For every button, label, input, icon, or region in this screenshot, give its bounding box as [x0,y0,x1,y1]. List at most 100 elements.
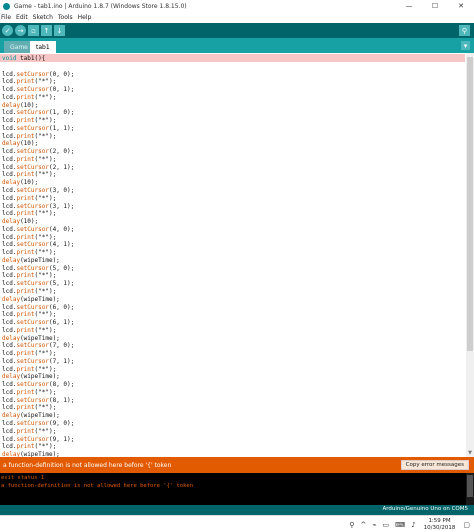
arduino-app-icon [3,2,10,10]
window-controls: — ☐ ✕ [396,0,474,12]
code-line: lcd.setCursor(8, 0); [2,381,75,389]
code-line: lcd.setCursor(0, 0); [2,70,75,78]
code-line: lcd.print("*"); [2,427,57,435]
code-line: delay(wipeTime); [2,256,60,264]
code-line: lcd.setCursor(4, 1); [2,241,75,249]
code-line: lcd.setCursor(8, 1); [2,396,75,404]
system-tray: ⚲ ^ ⌁ ▭ ⌨ ♪ 1:59 PM 10/30/2018 ▢ [343,516,470,532]
volume-icon[interactable]: ♪ [411,521,415,529]
network-icon[interactable]: ⌁ [372,521,376,529]
code-line: delay(wipeTime); [2,373,60,381]
code-line: lcd.print("*"); [2,233,57,241]
code-line: lcd.print("*"); [2,117,57,125]
code-line: delay(10); [2,179,39,187]
code-line: void tab1(){ [2,55,46,62]
code-line: lcd.print("*"); [2,210,57,218]
error-status-bar: a function-definition is not allowed her… [0,457,474,473]
battery-icon[interactable]: ▭ [382,521,389,529]
code-line: delay(wipeTime); [2,334,60,342]
serial-monitor-button[interactable]: ⚲ [459,25,470,36]
code-line: lcd.setCursor(6, 0); [2,303,75,311]
code-line: lcd.print("*"); [2,93,57,101]
code-line: lcd.print("*"); [2,388,57,396]
clock[interactable]: 1:59 PM 10/30/2018 [424,518,456,532]
scroll-down-arrow-icon[interactable]: ▼ [467,450,473,456]
code-line: lcd.setCursor(7, 0); [2,342,75,350]
code-line: lcd.setCursor(0, 1); [2,86,75,94]
code-line: lcd.setCursor(2, 1); [2,163,75,171]
code-line: lcd.setCursor(3, 1); [2,202,75,210]
code-line: lcd.setCursor(7, 1); [2,357,75,365]
person-icon[interactable]: ⚲ [349,521,354,529]
code-line: lcd.print("*"); [2,132,57,140]
console-scroll-thumb[interactable] [467,475,473,497]
console-output: exit status 1 a function-definition is n… [0,473,474,505]
menu-help[interactable]: Help [78,14,92,21]
window-title: Game - tab1.ino | Arduino 1.8.7 (Windows… [14,2,187,10]
console-line: exit status 1 [1,475,45,481]
code-line: lcd.print("*"); [2,272,57,280]
code-line: lcd.setCursor(5, 0); [2,264,75,272]
notifications-icon[interactable]: ▢ [463,521,470,529]
code-line: lcd.print("*"); [2,350,57,358]
code-line: lcd.setCursor(2, 0); [2,148,75,156]
chevron-up-icon[interactable]: ^ [360,521,366,529]
board-port-label: Arduino/Genuino Uno on COM5 [382,506,468,512]
open-sketch-button[interactable]: ↑ [41,25,52,36]
minimize-button[interactable]: — [396,0,422,12]
new-sketch-button[interactable]: ▫ [28,25,39,36]
code-line: lcd.print("*"); [2,287,57,295]
code-line: lcd.print("*"); [2,155,57,163]
code-line: lcd.setCursor(6, 1); [2,319,75,327]
code-line: lcd.setCursor(1, 0); [2,109,75,117]
verify-button[interactable]: ✓ [2,25,13,36]
upload-button[interactable]: → [15,25,26,36]
code-line: delay(10); [2,218,39,226]
error-message: a function-definition is not allowed her… [3,461,172,469]
code-line: delay(wipeTime); [2,295,60,303]
toolbar: ✓ → ▫ ↑ ↓ ⚲ [0,23,474,38]
menu-sketch[interactable]: Sketch [33,14,53,21]
console-line: a function-definition is not allowed her… [1,483,194,489]
code-text[interactable]: void tab1(){ lcd.setCursor(0, 0); lcd.pri… [2,55,74,457]
code-line: lcd.print("*"); [2,311,57,319]
maximize-button[interactable]: ☐ [422,0,448,12]
console-scrollbar[interactable] [466,473,474,505]
code-line: lcd.print("*"); [2,443,57,451]
code-line: lcd.print("*"); [2,194,57,202]
menu-bar: File Edit Sketch Tools Help [0,12,474,23]
code-line: lcd.print("*"); [2,326,57,334]
close-button[interactable]: ✕ [448,0,474,12]
menu-edit[interactable]: Edit [16,14,28,21]
clock-time: 1:59 PM [428,517,451,524]
tab-tab1[interactable]: tab1 [30,41,56,53]
code-line: delay(10); [2,101,39,109]
title-bar: Game - tab1.ino | Arduino 1.8.7 (Windows… [0,0,474,12]
menu-tools[interactable]: Tools [58,14,73,21]
windows-taskbar: ⚲ ^ ⌁ ▭ ⌨ ♪ 1:59 PM 10/30/2018 ▢ [0,515,474,532]
code-line: lcd.setCursor(9, 0); [2,419,75,427]
code-line: lcd.print("*"); [2,365,57,373]
code-line: lcd.setCursor(9, 1); [2,435,75,443]
code-line: lcd.setCursor(1, 1); [2,124,75,132]
menu-file[interactable]: File [1,14,11,21]
code-line: delay(10); [2,140,39,148]
tab-bar: Game tab1 ▾ [0,38,474,53]
board-status-bar: Arduino/Genuino Uno on COM5 [0,505,474,515]
editor-scrollbar[interactable]: ▼ [466,53,474,457]
code-editor[interactable]: void tab1(){ lcd.setCursor(0, 0); lcd.pri… [0,53,474,457]
code-line: lcd.setCursor(5, 1); [2,280,75,288]
copy-error-messages-button[interactable]: Copy error messages [400,460,469,470]
console-text: exit status 1 a function-definition is n… [1,474,193,490]
code-line: delay(wipeTime); [2,412,60,420]
tab-menu-button[interactable]: ▾ [461,41,470,50]
save-sketch-button[interactable]: ↓ [54,25,65,36]
code-line: lcd.setCursor(3, 0); [2,187,75,195]
code-line: lcd.print("*"); [2,249,57,257]
clock-date: 10/30/2018 [423,524,456,531]
code-line: lcd.setCursor(4, 0); [2,225,75,233]
editor-scroll-thumb[interactable] [467,57,473,351]
keyboard-icon[interactable]: ⌨ [395,521,405,529]
code-line: lcd.print("*"); [2,78,57,86]
